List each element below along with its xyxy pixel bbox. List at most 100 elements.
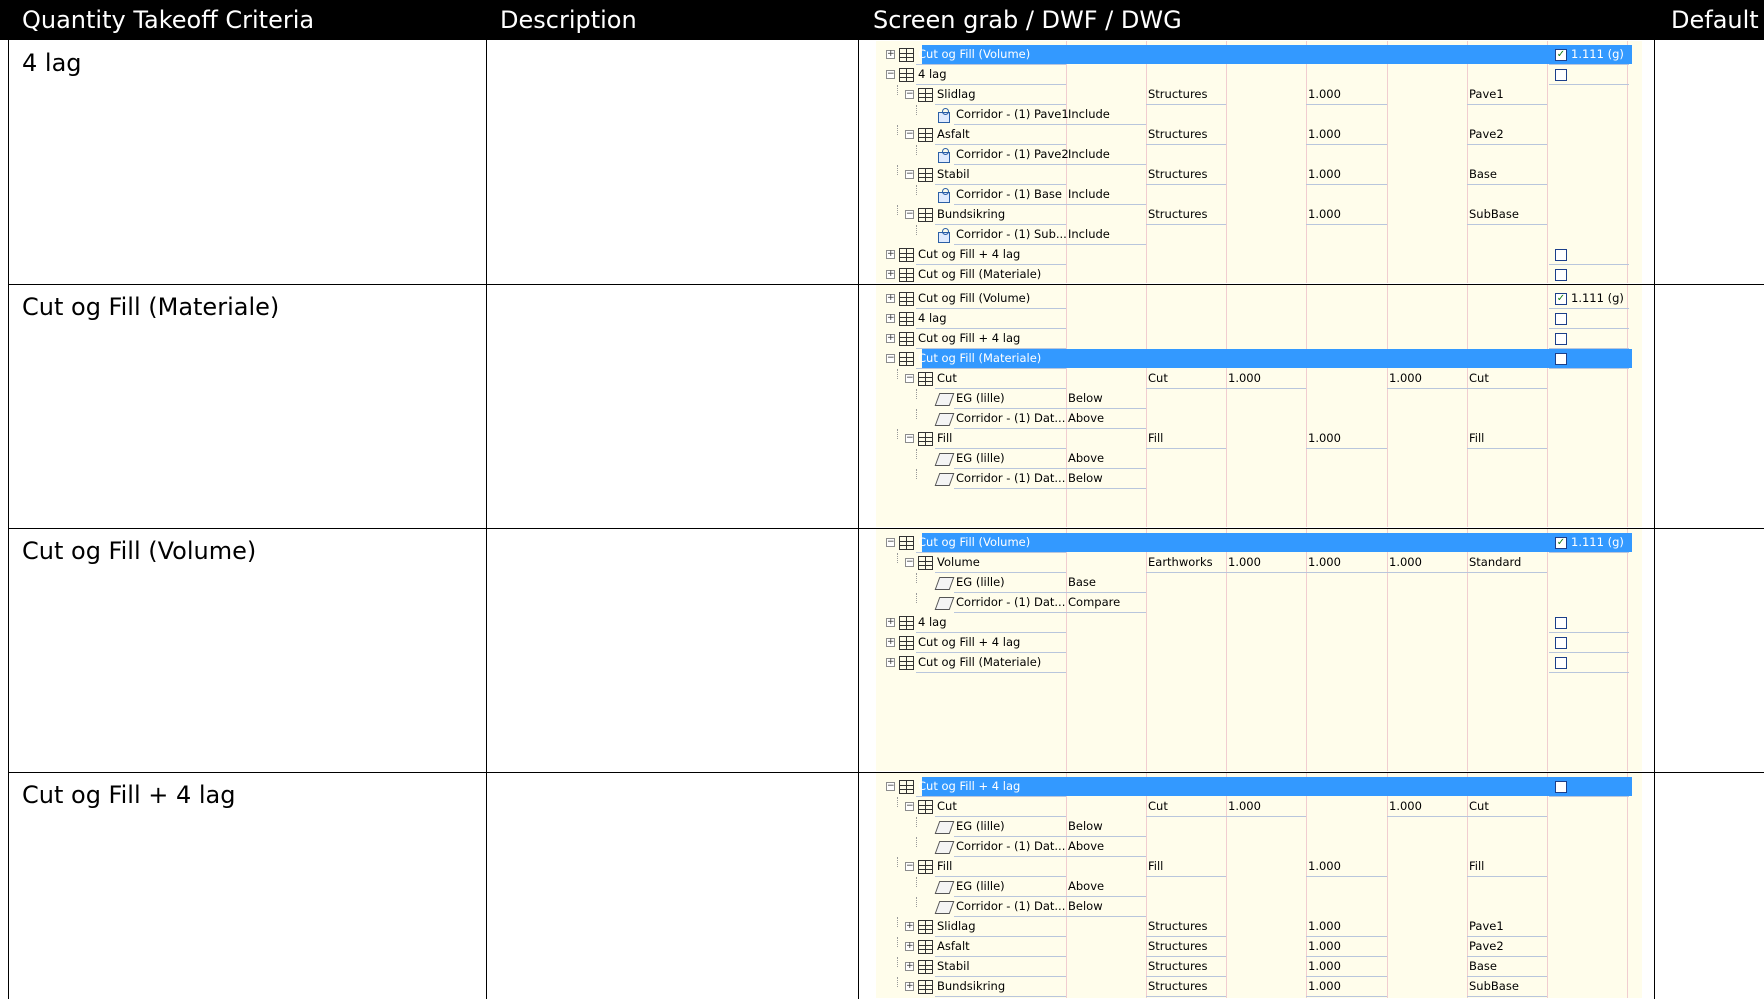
expand-icon[interactable]: + xyxy=(886,50,895,59)
tree-row[interactable]: + Cut og Fill + 4 lag xyxy=(876,329,1642,349)
collapse-icon[interactable]: − xyxy=(905,130,914,139)
collapse-icon[interactable]: − xyxy=(905,90,914,99)
name-cell xyxy=(916,329,1066,349)
tree-row[interactable]: + Cut og Fill (Volume) ✓ 1.111 (g) xyxy=(876,289,1642,309)
tree-row[interactable]: − Slidlag Structures 1.000 Pave1 xyxy=(876,85,1642,105)
expand-icon[interactable]: + xyxy=(886,270,895,279)
header-default: Default xyxy=(1671,6,1759,34)
name-cell xyxy=(954,185,1066,205)
default-cell xyxy=(1549,245,1629,265)
collapse-icon[interactable]: − xyxy=(886,70,895,79)
tree-row[interactable]: − Cut og Fill (Materiale) xyxy=(876,349,1642,369)
tree-guide-line xyxy=(897,85,898,95)
tree-row[interactable]: − Cut og Fill + 4 lag xyxy=(876,777,1642,797)
collapse-icon[interactable]: − xyxy=(886,782,895,791)
grid-cell: Pave1 xyxy=(1467,917,1547,937)
grid-cell: 1.000 xyxy=(1306,85,1387,105)
tree-row[interactable]: EG (lille) Below xyxy=(876,389,1642,409)
tree-row[interactable]: − Cut og Fill (Volume) ✓ 1.111 (g) xyxy=(876,533,1642,553)
expand-icon[interactable]: + xyxy=(905,922,914,931)
criteria-grid-icon xyxy=(917,167,933,182)
expand-icon[interactable]: + xyxy=(886,618,895,627)
tree-row[interactable]: Corridor - (1) Dat... Above xyxy=(876,837,1642,857)
expand-icon[interactable]: + xyxy=(886,250,895,259)
tree-row[interactable]: + Cut og Fill (Materiale) xyxy=(876,653,1642,673)
criteria-title: Cut og Fill (Materiale) xyxy=(22,293,280,321)
expand-icon[interactable]: + xyxy=(886,334,895,343)
tree-row[interactable]: Corridor - (1) Pave1 Include xyxy=(876,105,1642,125)
name-cell xyxy=(935,429,1066,449)
screen-grab-panel: + Cut og Fill (Volume) ✓ 1.111 (g) −4 lag − Sl… xyxy=(876,41,1642,283)
tree-row[interactable]: EG (lille) Base xyxy=(876,573,1642,593)
collapse-icon[interactable]: − xyxy=(905,434,914,443)
name-cell xyxy=(916,613,1066,633)
tree-row[interactable]: − Asfalt Structures 1.000 Pave2 xyxy=(876,125,1642,145)
tree-row[interactable]: − Fill Fill 1.000 Fill xyxy=(876,429,1642,449)
tree-row[interactable]: −4 lag xyxy=(876,65,1642,85)
expand-icon[interactable]: + xyxy=(905,942,914,951)
default-cell xyxy=(1549,653,1629,673)
tree-row[interactable]: EG (lille) Above xyxy=(876,449,1642,469)
grid-cell: Standard xyxy=(1467,553,1547,573)
tree-row[interactable]: + Asfalt Structures 1.000 Pave2 xyxy=(876,937,1642,957)
tree-row[interactable]: Corridor - (1) Dat... Below xyxy=(876,469,1642,489)
grid-cell: Structures xyxy=(1146,917,1226,937)
tree-row[interactable]: + Cut og Fill (Volume) ✓ 1.111 (g) xyxy=(876,45,1642,65)
tree-row[interactable]: − Volume Earthworks 1.000 1.000 1.000 Standard xyxy=(876,553,1642,573)
tree-row[interactable]: +4 lag xyxy=(876,613,1642,633)
expand-icon[interactable]: + xyxy=(886,294,895,303)
tree-row[interactable]: Corridor - (1) Dat... Above xyxy=(876,409,1642,429)
tree-guide-line xyxy=(897,429,898,439)
criteria-grid-icon xyxy=(917,127,933,142)
tree-guide-line xyxy=(897,553,898,563)
collapse-icon[interactable]: − xyxy=(905,170,914,179)
tree-guide-line xyxy=(897,957,898,967)
tree-row[interactable]: + Bundsikring Structures 1.000 SubBase xyxy=(876,977,1642,997)
tree-row[interactable]: − Stabil Structures 1.000 Base xyxy=(876,165,1642,185)
collapse-icon[interactable]: − xyxy=(886,354,895,363)
expand-icon[interactable]: + xyxy=(905,982,914,991)
tree-row[interactable]: EG (lille) Below xyxy=(876,817,1642,837)
tree-row[interactable]: + Cut og Fill + 4 lag xyxy=(876,633,1642,653)
name-cell xyxy=(916,777,1066,797)
tree-row[interactable]: Corridor - (1) Dat... Compare xyxy=(876,593,1642,613)
grid-cell: Base xyxy=(1066,573,1146,593)
surface-icon xyxy=(936,819,952,834)
tree-row[interactable]: Corridor - (1) Sub... Include xyxy=(876,225,1642,245)
grid-cell: 1.000 xyxy=(1387,369,1467,389)
tree-row[interactable]: EG (lille) Above xyxy=(876,877,1642,897)
collapse-icon[interactable]: − xyxy=(905,862,914,871)
tree-row[interactable]: +4 lag xyxy=(876,309,1642,329)
grid-cell: Cut xyxy=(1146,797,1226,817)
tree-row[interactable]: + Stabil Structures 1.000 Base xyxy=(876,957,1642,977)
tree-guide-line xyxy=(916,225,917,235)
tree-row[interactable]: − Fill Fill 1.000 Fill xyxy=(876,857,1642,877)
tree-row[interactable]: Corridor - (1) Base Include xyxy=(876,185,1642,205)
collapse-icon[interactable]: − xyxy=(905,374,914,383)
tree-row[interactable]: + Cut og Fill (Materiale) xyxy=(876,265,1642,283)
collapse-icon[interactable]: − xyxy=(886,538,895,547)
tree-row[interactable]: + Cut og Fill + 4 lag xyxy=(876,245,1642,265)
expand-icon[interactable]: + xyxy=(886,314,895,323)
screen-grab-panel: + Cut og Fill (Volume) ✓ 1.111 (g) +4 lag + Cu… xyxy=(876,285,1642,527)
tree-row[interactable]: − Cut Cut 1.000 1.000 Cut xyxy=(876,797,1642,817)
surface-icon xyxy=(936,899,952,914)
collapse-icon[interactable]: − xyxy=(905,558,914,567)
name-cell xyxy=(916,289,1066,309)
tree-row[interactable]: − Bundsikring Structures 1.000 SubBase xyxy=(876,205,1642,225)
name-cell xyxy=(954,593,1066,613)
tree-row[interactable]: Corridor - (1) Pave2 Include xyxy=(876,145,1642,165)
grid-cell: Below xyxy=(1066,469,1146,489)
collapse-icon[interactable]: − xyxy=(905,210,914,219)
name-cell xyxy=(954,145,1066,165)
expand-icon[interactable]: + xyxy=(886,658,895,667)
expand-icon[interactable]: + xyxy=(905,962,914,971)
collapse-icon[interactable]: − xyxy=(905,802,914,811)
expand-icon[interactable]: + xyxy=(886,638,895,647)
screen-grab-panel: − Cut og Fill (Volume) ✓ 1.111 (g) − Volume Ea… xyxy=(876,529,1642,771)
tree-row[interactable]: − Cut Cut 1.000 1.000 Cut xyxy=(876,369,1642,389)
tree-row[interactable]: + Slidlag Structures 1.000 Pave1 xyxy=(876,917,1642,937)
name-cell xyxy=(916,309,1066,329)
tree-row[interactable]: Corridor - (1) Dat... Below xyxy=(876,897,1642,917)
criteria-grid-icon xyxy=(898,311,914,326)
